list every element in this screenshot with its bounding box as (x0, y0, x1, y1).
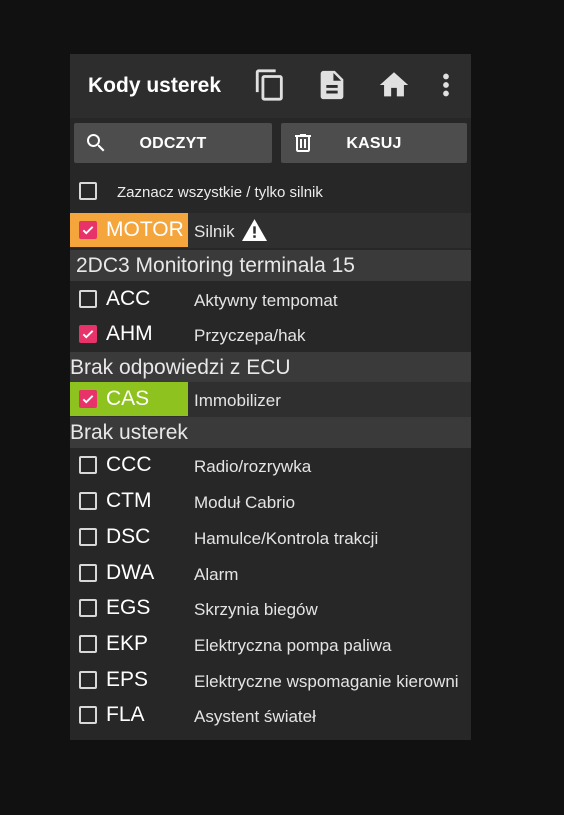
copy-icon[interactable] (253, 68, 287, 102)
checkbox-cas[interactable] (79, 390, 97, 408)
checkbox-ctm[interactable] (79, 492, 97, 510)
section-title: 2DC3 Monitoring terminala 15 (76, 254, 355, 277)
list-item-egs[interactable]: EGS Skrzynia biegów (70, 591, 471, 626)
list-item-acc[interactable]: ACC Aktywny tempomat (70, 282, 471, 317)
delete-button-label: KASUJ (346, 135, 402, 152)
checkbox-eps[interactable] (79, 671, 97, 689)
module-code: CCC (106, 453, 152, 476)
module-description: Alarm (194, 565, 239, 584)
module-code: EGS (106, 596, 151, 619)
list-item-dwa[interactable]: DWA Alarm (70, 556, 471, 591)
page-title: Kody usterek (88, 74, 222, 97)
read-button[interactable]: ODCZYT (74, 123, 272, 163)
more-vert-icon[interactable] (429, 68, 463, 102)
home-icon[interactable] (377, 68, 411, 102)
module-description: Elektryczne wspomaganie kierowni (194, 672, 459, 691)
app-window: Kody usterek ODCZYT KASUJ Zaznacz wszyst… (70, 54, 471, 740)
checkbox-ahm[interactable] (79, 325, 97, 343)
section-header: Brak usterek (70, 417, 471, 448)
module-code: DWA (106, 561, 155, 584)
read-button-label: ODCZYT (139, 135, 207, 152)
document-icon[interactable] (315, 68, 349, 102)
checkbox-acc[interactable] (79, 290, 97, 308)
section-title: Brak odpowiedzi z ECU (70, 356, 291, 379)
list-item-motor[interactable]: MOTOR Silnik (70, 213, 471, 248)
module-description: Skrzynia biegów (194, 600, 318, 619)
checkbox-ekp[interactable] (79, 635, 97, 653)
list-item-ekp[interactable]: EKP Elektryczna pompa paliwa (70, 627, 471, 662)
checkbox-motor[interactable] (79, 221, 97, 239)
app-toolbar: Kody usterek (70, 54, 471, 118)
module-code: DSC (106, 525, 151, 548)
select-all-label: Zaznacz wszystkie / tylko silnik (117, 184, 323, 201)
module-code: CAS (106, 387, 150, 410)
module-description: Moduł Cabrio (194, 493, 296, 512)
module-code: FLA (106, 703, 145, 726)
checkbox-dwa[interactable] (79, 564, 97, 582)
checkbox-dsc[interactable] (79, 528, 97, 546)
section-header: Brak odpowiedzi z ECU (70, 352, 471, 383)
module-code: EKP (106, 632, 149, 655)
module-code: ACC (106, 287, 151, 310)
select-all-row[interactable]: Zaznacz wszystkie / tylko silnik (70, 172, 471, 212)
module-description: Elektryczna pompa paliwa (194, 636, 392, 655)
module-code: EPS (106, 668, 149, 691)
list-item-dsc[interactable]: DSC Hamulce/Kontrola trakcji (70, 520, 471, 555)
module-code: MOTOR (106, 218, 184, 241)
list-item-ctm[interactable]: CTM Moduł Cabrio (70, 484, 471, 519)
checkbox-egs[interactable] (79, 599, 97, 617)
delete-button[interactable]: KASUJ (281, 123, 467, 163)
list-item-cas[interactable]: CAS Immobilizer (70, 382, 471, 417)
module-description: Aktywny tempomat (194, 291, 338, 310)
module-description: Radio/rozrywka (194, 457, 312, 476)
checkbox-ccc[interactable] (79, 456, 97, 474)
module-code: CTM (106, 489, 152, 512)
select-all-checkbox[interactable] (79, 182, 97, 200)
section-header: 2DC3 Monitoring terminala 15 (70, 250, 471, 281)
section-title: Brak usterek (70, 421, 188, 444)
list-item-ccc[interactable]: CCC Radio/rozrywka (70, 448, 471, 483)
module-description: Asystent świateł (194, 707, 316, 726)
warning-icon (242, 219, 267, 241)
list-item-partial (70, 736, 471, 740)
checkbox-fla[interactable] (79, 706, 97, 724)
module-description: Przyczepa/hak (194, 326, 306, 345)
list-item-fla[interactable]: FLA Asystent świateł (70, 698, 471, 733)
list-item-ahm[interactable]: AHM Przyczepa/hak (70, 317, 471, 352)
module-description: Hamulce/Kontrola trakcji (194, 529, 379, 548)
module-code: AHM (106, 322, 153, 345)
module-description: Silnik (194, 222, 235, 241)
list-item-eps[interactable]: EPS Elektryczne wspomaganie kierowni (70, 663, 471, 698)
module-description: Immobilizer (194, 391, 281, 410)
